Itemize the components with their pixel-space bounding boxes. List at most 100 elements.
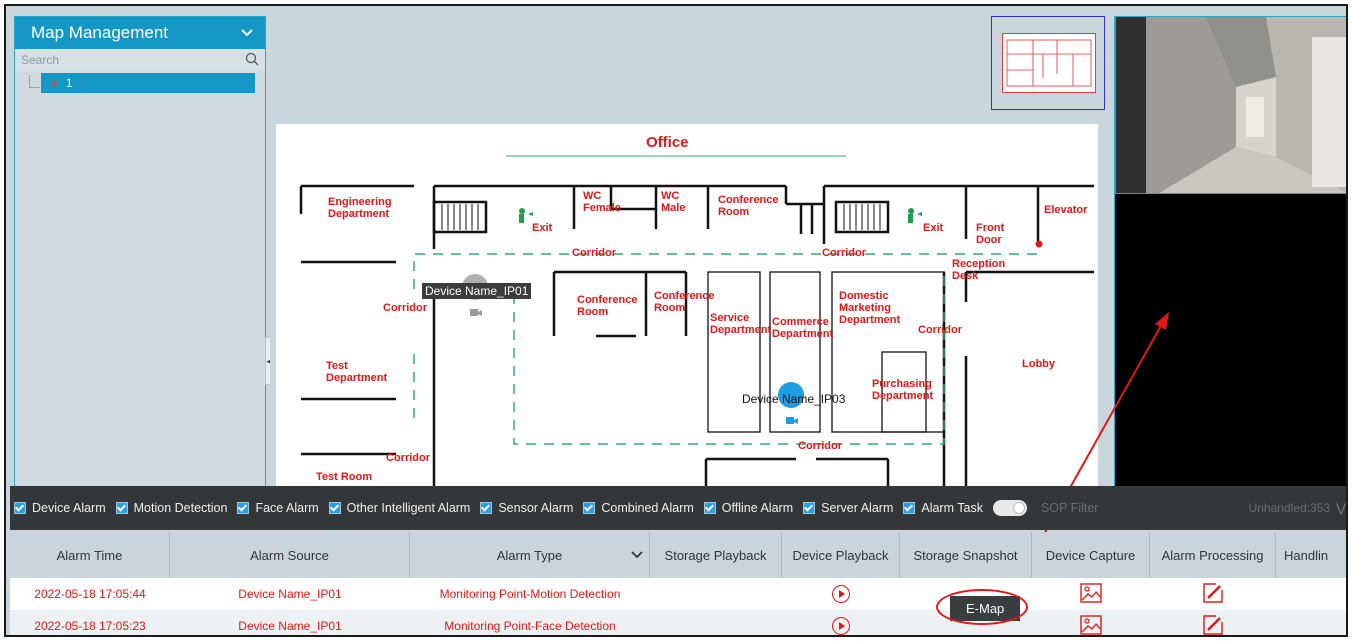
camera-pin-icon [778,382,805,430]
chevron-down-icon[interactable] [241,23,253,43]
label-corridor: Corridor [572,247,616,259]
search-placeholder: Search [21,53,60,67]
filter-face-alarm[interactable]: Face Alarm [237,501,319,515]
alarm-source-cell: Device Name_IP01 [238,587,342,601]
checkbox-checked-icon [14,502,26,514]
label-corridor: Corridor [383,302,427,314]
map-search-input[interactable]: Search [15,49,265,71]
label-corridor: Corridor [822,247,866,259]
checkbox-checked-icon [115,502,128,514]
alarm-type-cell: Monitoring Point-Face Detection [444,619,616,633]
label-domestic: Domestic Marketing Department [839,290,901,326]
alarm-processing-cell [1150,578,1276,610]
col-alarm-type[interactable]: Alarm Type [410,532,650,578]
filter-server-alarm[interactable]: Server Alarm [803,501,893,515]
device-label-ip01[interactable]: Device Name_IP01 [422,283,532,299]
col-handling[interactable]: Handlin [1276,532,1346,578]
label-exit: Exit [923,222,944,234]
label-exit: Exit [532,222,553,234]
image-icon[interactable] [1080,582,1102,606]
label-engineering: Engineering Department [328,196,392,220]
label-lobby: Lobby [1022,358,1055,370]
alarm-processing-cell [1150,610,1276,636]
handling-cell [1276,578,1346,610]
floor-plan: Office Engineering Department Exit WC Fe… [276,124,1098,486]
map-tree-item-label: 1 [65,76,73,90]
storage-playback-cell [650,610,782,635]
app-window: Map Management Search ▲ 1 ◀ [4,4,1348,637]
device-capture-cell [1032,610,1150,636]
minimap[interactable] [991,16,1105,110]
filter-other-intelligent-alarm[interactable]: Other Intelligent Alarm [328,501,470,515]
label-elevator: Elevator [1044,204,1088,216]
map-management-header[interactable]: Map Management [15,17,265,49]
map-management-panel: Map Management Search ▲ 1 ◀ [14,16,275,488]
label-corridor: Corridor [798,440,842,452]
sop-filter-toggle[interactable] [992,500,1027,516]
label-corridor: Corridor [386,452,430,464]
checkbox-checked-icon [703,502,716,514]
map-node-icon: ▲ [49,77,60,89]
checkbox-checked-icon [803,502,816,514]
filter-alarm-task[interactable]: Alarm Task [903,501,983,515]
label-test-dept: Test Department [326,360,388,384]
label-wc-female: WC Female [583,190,621,214]
edit-icon[interactable] [1202,614,1224,636]
label-wc-male: WC Male [661,190,686,214]
filter-offline-alarm[interactable]: Offline Alarm [703,501,793,515]
alarm-filter-bar: Device Alarm Motion Detection Face Alarm… [10,486,1346,530]
checkbox-checked-icon [583,502,596,514]
annotation-ellipse [936,589,1028,625]
col-alarm-source[interactable]: Alarm Source [170,532,410,578]
filter-sensor-alarm[interactable]: Sensor Alarm [480,501,573,515]
checkbox-checked-icon [903,502,916,514]
search-icon[interactable] [245,52,259,69]
checkbox-checked-icon [237,502,250,514]
device-playback-cell [782,610,900,635]
map-management-title: Map Management [31,23,169,42]
table-row[interactable]: 2022-05-18 17:05:23 Device Name_IP01 Mon… [10,610,1346,636]
play-icon[interactable] [832,617,850,635]
col-alarm-time[interactable]: Alarm Time [10,532,170,578]
video-preview-panel[interactable] [1114,16,1346,486]
alarm-table-header: Alarm Time Alarm Source Alarm Type Stora… [10,532,1346,578]
map-tree-item[interactable]: ▲ 1 [41,73,255,93]
label-service: Service Department [710,312,772,336]
minimap-floorplan-thumbnail [1002,33,1096,93]
filter-device-alarm[interactable]: Device Alarm [14,501,106,515]
col-alarm-processing[interactable]: Alarm Processing [1150,532,1276,578]
sop-filter-label: SOP Filter [1040,501,1099,515]
play-icon[interactable] [832,585,850,603]
camera-feed-tile[interactable] [1115,16,1346,194]
alarm-time-cell: 2022-05-18 17:05:44 [34,587,146,601]
label-conference-top: Conference Room [718,194,779,218]
label-reception: Reception Desk [952,258,1006,282]
label-conference: Conference Room [577,294,638,318]
col-storage-playback[interactable]: Storage Playback [650,532,782,578]
filter-motion-detection[interactable]: Motion Detection [115,501,227,515]
device-capture-cell [1032,578,1150,610]
unhandled-count: Unhandled:353 [1248,501,1330,515]
alarm-source-cell: Device Name_IP01 [238,619,342,633]
filter-combined-alarm[interactable]: Combined Alarm [583,501,694,515]
label-corridor: Corridor [918,324,962,336]
tree-connector [29,75,40,88]
device-playback-cell [782,578,900,610]
image-icon[interactable] [1080,614,1102,636]
label-conference: Conference Room [654,290,715,314]
label-purchasing: Purchasing Department [872,378,934,402]
edit-icon[interactable] [1202,582,1224,607]
table-row[interactable]: 2022-05-18 17:05:44 Device Name_IP01 Mon… [10,578,1346,610]
alarm-type-cell: Monitoring Point-Motion Detection [439,587,621,601]
label-front-door: Front Door [976,222,1005,246]
label-commerce: Commerce Department [772,316,834,340]
double-chevron-down-icon[interactable]: ⋁ [1336,501,1346,515]
chevron-down-icon[interactable] [631,548,643,563]
device-label-ip03[interactable]: Device Name_IP03 [742,392,845,406]
col-storage-snapshot[interactable]: Storage Snapshot [900,532,1032,578]
alarm-time-cell: 2022-05-18 17:05:23 [34,619,146,633]
storage-playback-cell [650,578,782,610]
hallway-camera-image [1116,17,1346,193]
col-device-playback[interactable]: Device Playback [782,532,900,578]
col-device-capture[interactable]: Device Capture [1032,532,1150,578]
